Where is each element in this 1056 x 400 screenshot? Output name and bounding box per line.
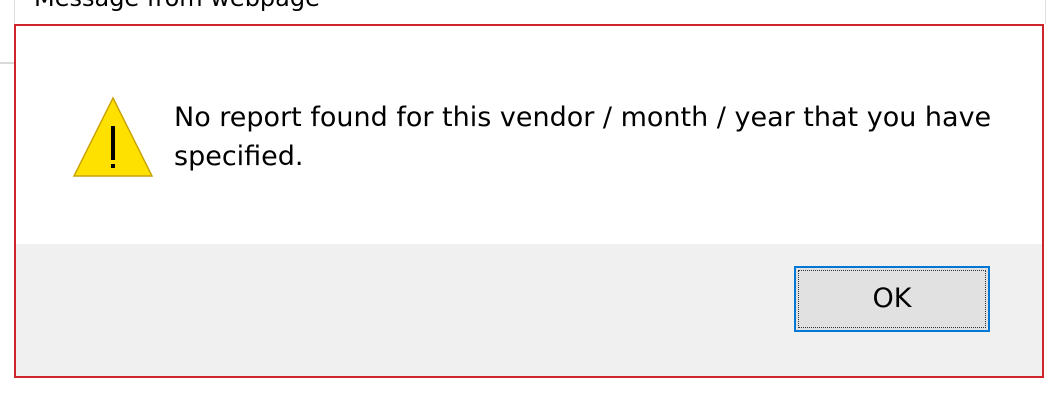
dialog-footer: OK	[16, 244, 1042, 376]
dialog-message: No report found for this vendor / month …	[174, 102, 992, 172]
ok-button[interactable]: OK	[794, 266, 990, 332]
warning-icon	[72, 96, 154, 177]
ok-button-label: OK	[872, 283, 912, 314]
message-dialog: No report found for this vendor / month …	[14, 24, 1044, 378]
dialog-content: No report found for this vendor / month …	[16, 26, 1042, 244]
dialog-titlebar[interactable]: Message from webpage	[14, 0, 1046, 24]
dialog-title: Message from webpage	[34, 0, 320, 13]
